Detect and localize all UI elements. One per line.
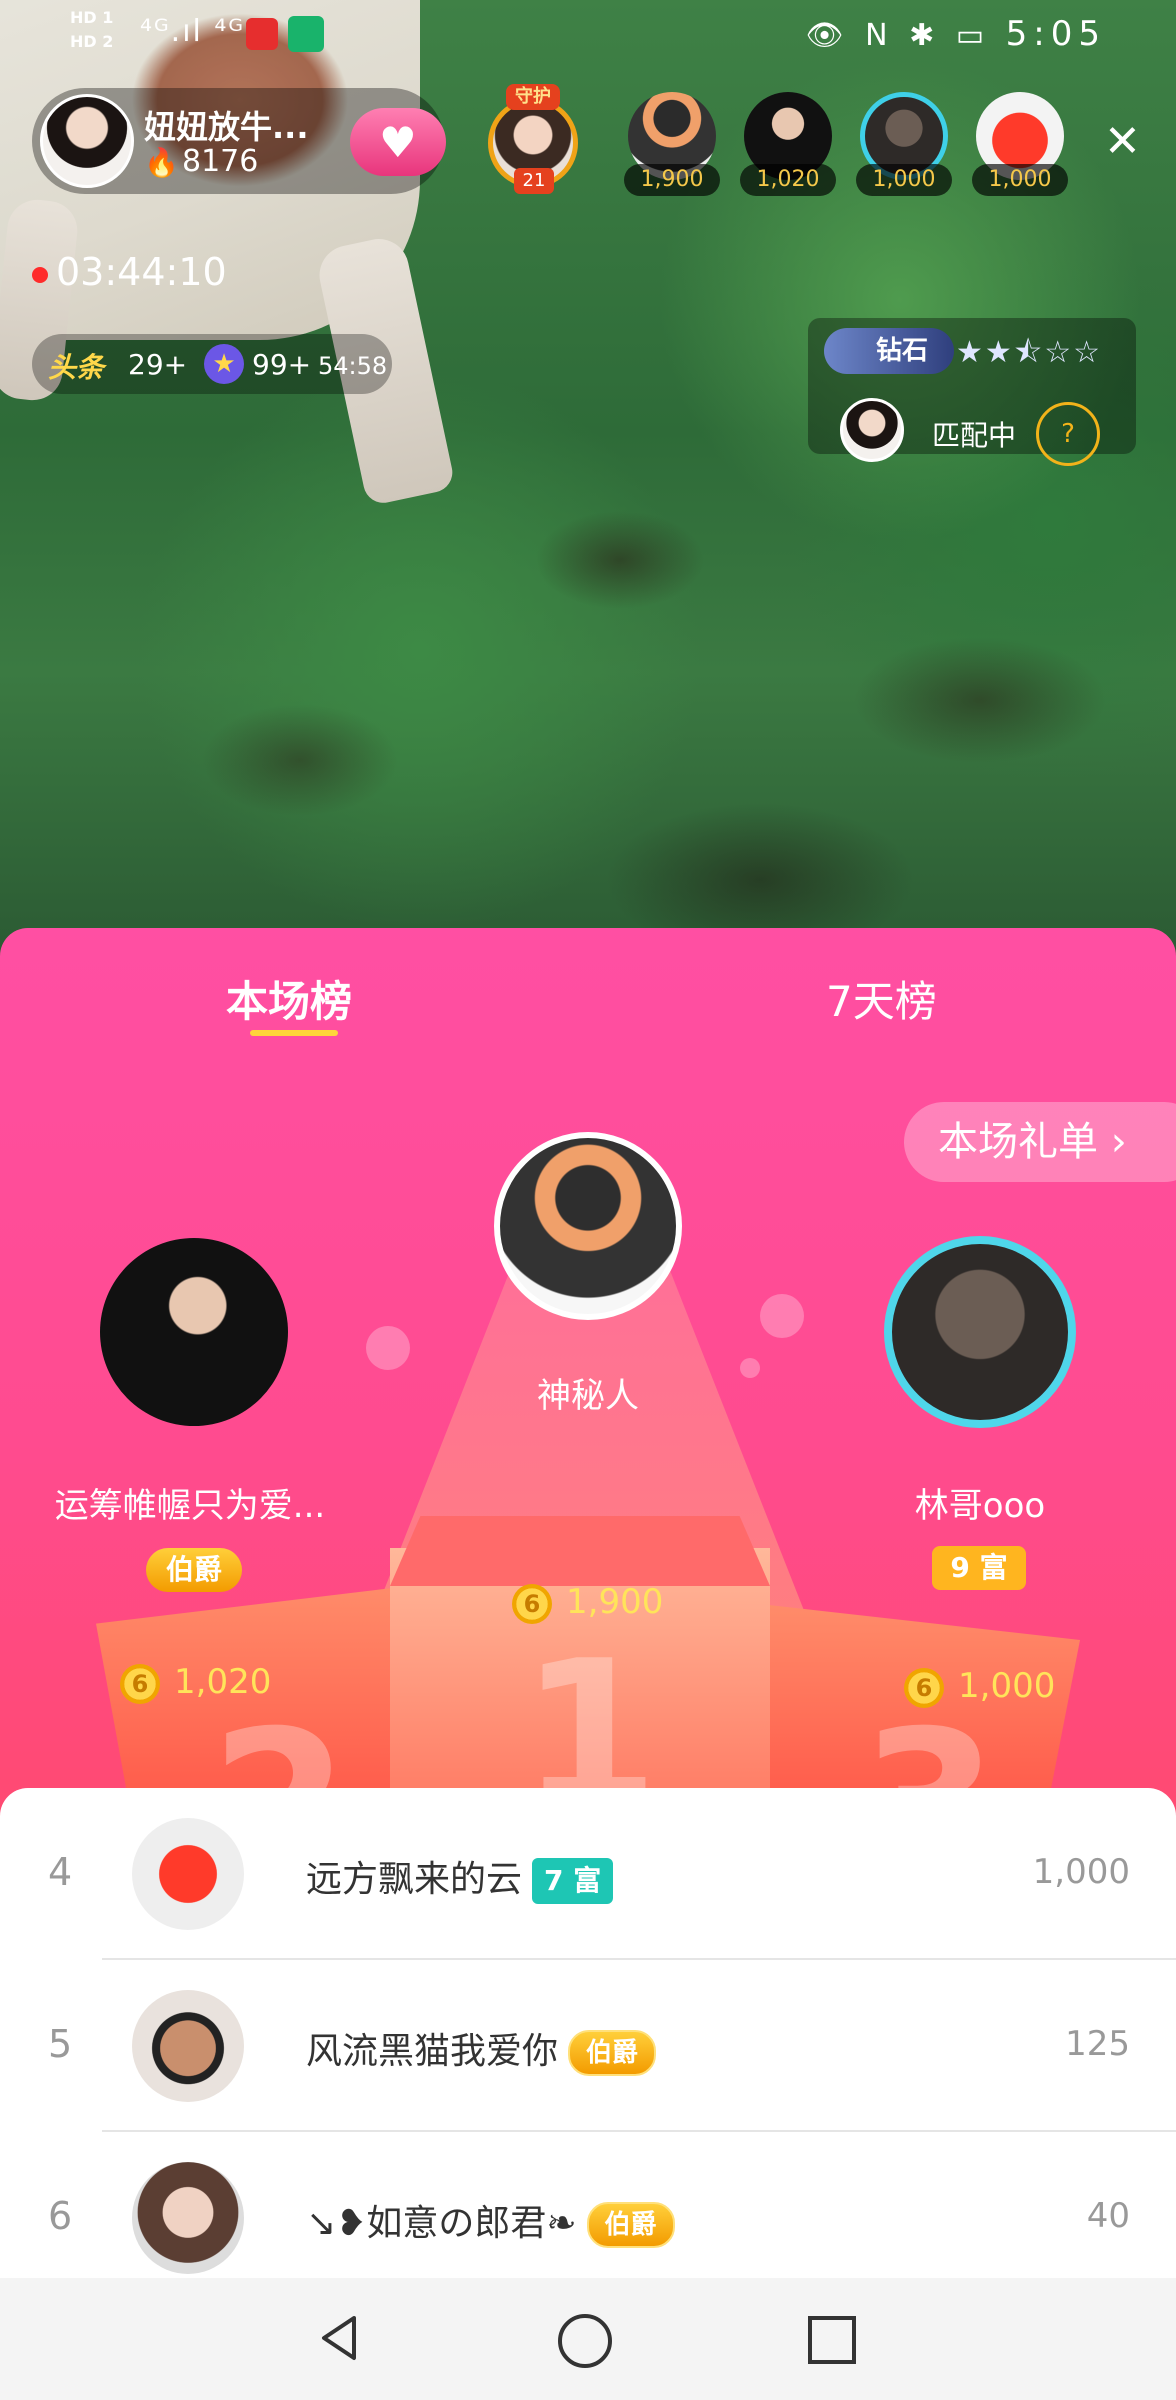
coin-icon: 6 [512, 1583, 552, 1624]
second-place-badge: 伯爵 [146, 1548, 242, 1592]
list-item[interactable]: 4 远方飘来的云 7 富 1,000 [0, 1788, 1176, 1960]
guard-count: 21 [514, 168, 554, 194]
help-button[interactable]: ? [1036, 402, 1100, 466]
user-name-row: 风流黑猫我爱你 伯爵 [306, 2022, 657, 2076]
star-count: 99+ [252, 348, 312, 381]
second-place-avatar[interactable] [100, 1238, 288, 1426]
star-time: 54:58 [318, 352, 388, 380]
first-place-avatar[interactable] [494, 1132, 682, 1320]
contribution-value: 40 [1086, 2196, 1130, 2236]
second-place-coin-value: 1,020 [174, 1662, 272, 1702]
bubble-decoration [760, 1294, 804, 1338]
contribution-value: 125 [1065, 2024, 1130, 2064]
system-navigation-bar [0, 2278, 1176, 2400]
home-icon[interactable] [558, 2314, 612, 2368]
coin-icon: 6 [120, 1663, 160, 1704]
host-popularity: 8176 [182, 144, 259, 179]
third-place-coins: 6 1,000 [904, 1666, 1055, 1708]
status-bar: HD 1 HD 2 ⁴ᴳ.ıl ⁴ᴳ.ıl 👁 N ✱ ▭ 5:05 [0, 0, 1176, 72]
podium-first-top [390, 1516, 770, 1586]
match-avatar [840, 398, 904, 462]
rank-number: 5 [48, 2022, 73, 2066]
second-place-name: 运筹帷幄只为爱... [54, 1486, 326, 1526]
host-avatar[interactable] [40, 94, 134, 188]
guard-badge[interactable]: 守护 21 [478, 84, 588, 198]
activity-chips[interactable]: 头条 29+ ★ 99+ 54:58 [32, 334, 392, 394]
viewer-item[interactable]: 1,000 [972, 92, 1068, 202]
viewer-points: 1,020 [740, 164, 836, 196]
host-name: 妞妞放牛... [144, 108, 309, 146]
heart-icon: ♥ [379, 117, 417, 167]
user-name: ↘❥如意の郎君❧ [306, 2203, 577, 2244]
noble-badge: 伯爵 [568, 2030, 657, 2076]
clock: 5:05 [1005, 14, 1106, 54]
third-place-name: 林哥ooo [914, 1486, 1046, 1526]
bubble-decoration [740, 1358, 760, 1378]
viewer-points: 1,000 [972, 164, 1068, 196]
gift-list-button[interactable]: 本场礼单 › [904, 1102, 1176, 1182]
recording-dot-icon [32, 266, 48, 283]
red-face-avatar-icon[interactable] [132, 1818, 244, 1930]
rich-badge: 7 富 [532, 1858, 614, 1904]
back-icon[interactable] [310, 2308, 370, 2368]
woman-avatar-icon[interactable] [132, 2162, 244, 2274]
user-name: 风流黑猫我爱你 [306, 2031, 559, 2072]
status-icons: 👁 N ✱ ▭ [805, 18, 991, 53]
coin-icon: 6 [904, 1667, 944, 1708]
guard-tag: 守护 [506, 84, 560, 110]
record-icon [246, 18, 278, 50]
viewer-item[interactable]: 1,900 [624, 92, 720, 202]
rank-tier: 钻石 [824, 328, 954, 374]
recent-apps-icon[interactable] [808, 2316, 856, 2364]
home-app-icon [288, 16, 324, 52]
viewer-points: 1,000 [856, 164, 952, 196]
third-place-avatar[interactable] [884, 1236, 1076, 1428]
viewer-points: 1,900 [624, 164, 720, 196]
bubble-decoration [366, 1326, 410, 1370]
second-place-coins: 6 1,020 [120, 1662, 271, 1704]
follow-heart-button[interactable]: ♥ [350, 108, 446, 176]
pk-rank-card[interactable]: 钻石 ★★⯪☆☆ 匹配中 ? [808, 318, 1136, 466]
headline-count: 29+ [128, 348, 188, 381]
first-place-coin-value: 1,900 [566, 1582, 664, 1622]
live-timer-value: 03:44:10 [56, 250, 227, 294]
status-right: 👁 N ✱ ▭ 5:05 [805, 14, 1106, 54]
user-name-row: ↘❥如意の郎君❧ 伯爵 [306, 2194, 675, 2248]
active-tab-indicator [250, 1030, 338, 1036]
viewer-item[interactable]: 1,000 [856, 92, 952, 202]
noble-badge: 伯爵 [586, 2202, 675, 2248]
viewer-item[interactable]: 1,020 [740, 92, 836, 202]
ranking-list[interactable]: 4 远方飘来的云 7 富 1,000 5 风流黑猫我爱你 伯爵 125 6 ↘❥如意… [0, 1788, 1176, 2278]
third-place-coin-value: 1,000 [958, 1666, 1056, 1706]
rank-number: 4 [48, 1850, 73, 1894]
contribution-value: 1,000 [1032, 1852, 1130, 1892]
fire-icon: 🔥 [144, 146, 179, 179]
rank-stars: ★★⯪☆☆ [956, 335, 1102, 370]
star-icon: ★ [204, 344, 244, 384]
rank-number: 6 [48, 2194, 73, 2238]
user-name: 远方飘来的云 [306, 1859, 523, 1900]
hd-indicator: HD 1 HD 2 [70, 8, 114, 51]
list-item[interactable]: 5 风流黑猫我爱你 伯爵 125 [0, 1960, 1176, 2132]
user-name-row: 远方飘来的云 7 富 [306, 1850, 614, 1904]
third-place-badge: 9 富 [932, 1546, 1026, 1590]
headline-label: 头条 [48, 351, 105, 384]
close-icon[interactable]: ✕ [1104, 120, 1141, 164]
tab-current-session[interactable]: 本场榜 [226, 968, 352, 1029]
live-timer: 03:44:10 [32, 250, 227, 294]
first-place-coins: 6 1,900 [512, 1582, 663, 1624]
tab-7-days[interactable]: 7天榜 [826, 968, 937, 1029]
first-place-name: 神秘人 [537, 1376, 639, 1416]
man-avatar-icon[interactable] [132, 1990, 244, 2102]
match-status: 匹配中 [932, 419, 1017, 452]
